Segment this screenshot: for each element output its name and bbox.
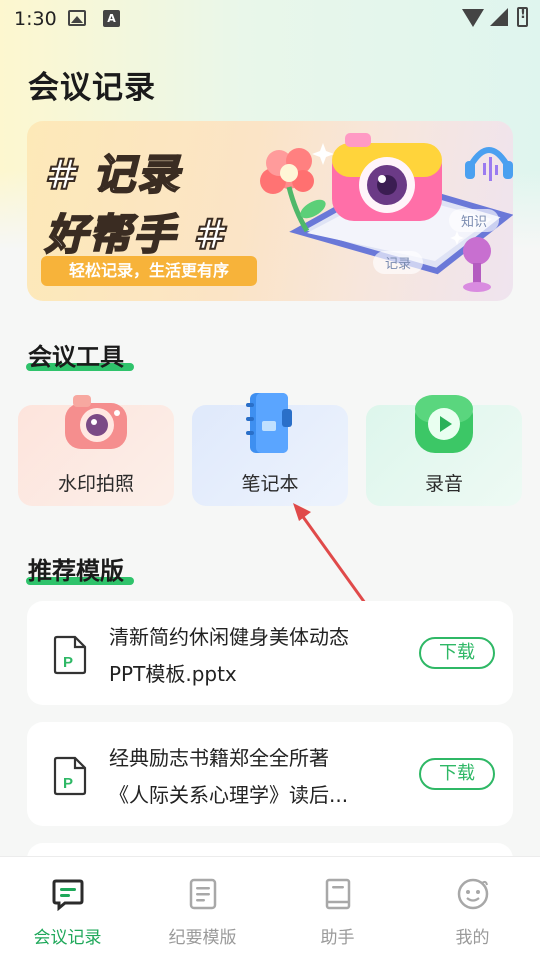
nav-label: 纪要模版 <box>168 928 237 948</box>
ppt-file-icon: P <box>53 756 87 800</box>
page-title: 会议记录 <box>28 70 156 106</box>
bottom-navigation: 会议记录 纪要模版 助手 我的 <box>0 856 540 960</box>
template-title: 经典励志书籍郑全全所著 《人际关系心理学》读后... <box>109 746 349 807</box>
watermark-photo-tool[interactable]: 水印拍照 <box>18 395 174 506</box>
banner-subtitle: 轻松记录，生活更有序 <box>41 256 257 286</box>
ppt-file-icon: P <box>53 635 87 679</box>
image-notification-icon <box>68 10 86 26</box>
notebook-tool[interactable]: 笔记本 <box>192 393 348 506</box>
nav-label: 助手 <box>320 928 355 948</box>
nav-label: 我的 <box>455 928 490 948</box>
banner-illustration: 知识 记录 <box>237 121 513 301</box>
chat-note-icon <box>51 877 85 915</box>
tool-label-notebook: 笔记本 <box>241 473 299 495</box>
svg-text:P: P <box>63 654 73 671</box>
template-list-item[interactable]: P 经典励志书籍郑全全所著 《人际关系心理学》读后... 下载 <box>27 722 513 826</box>
template-list-item[interactable]: P 清新简约休闲健身美体动态 PPT模板.pptx 下载 <box>27 601 513 705</box>
play-icon <box>413 391 475 459</box>
a-notification-icon: A <box>103 10 120 27</box>
smile-face-icon <box>456 877 490 915</box>
banner-headline-2: 好帮手 # <box>44 209 225 260</box>
template-title: 清新简约休闲健身美体动态 PPT模板.pptx <box>109 625 349 686</box>
templates-section-title: 推荐模版 <box>26 551 134 586</box>
tool-label-recording: 录音 <box>424 473 463 495</box>
document-icon <box>186 877 220 915</box>
promo-banner[interactable]: # 记录 好帮手 # 轻松记录，生活更有序 知识 记录 <box>27 121 513 301</box>
download-button[interactable]: 下载 <box>419 758 495 790</box>
battery-icon <box>517 7 528 27</box>
banner-tag-record: 记录 <box>373 251 424 274</box>
book-icon <box>321 877 355 915</box>
svg-text:P: P <box>63 775 73 792</box>
status-time: 1:30 <box>14 8 57 30</box>
nav-tab-assistant[interactable]: 助手 <box>270 857 405 960</box>
tool-label-watermark: 水印拍照 <box>57 473 134 495</box>
camera-icon <box>61 391 131 457</box>
status-bar: 1:30 A <box>0 0 540 38</box>
nav-tab-profile[interactable]: 我的 <box>405 857 540 960</box>
nav-tab-meeting-records[interactable]: 会议记录 <box>0 857 135 960</box>
recording-tool[interactable]: 录音 <box>366 395 522 506</box>
wifi-icon <box>462 9 484 27</box>
notebook-icon <box>242 391 298 461</box>
download-button[interactable]: 下载 <box>419 637 495 669</box>
nav-tab-templates[interactable]: 纪要模版 <box>135 857 270 960</box>
banner-headline-1: # 记录 <box>44 149 181 200</box>
tools-section-title: 会议工具 <box>26 337 134 372</box>
signal-icon <box>490 8 508 26</box>
nav-label: 会议记录 <box>33 928 102 948</box>
banner-tag-knowledge: 知识 <box>449 209 500 232</box>
